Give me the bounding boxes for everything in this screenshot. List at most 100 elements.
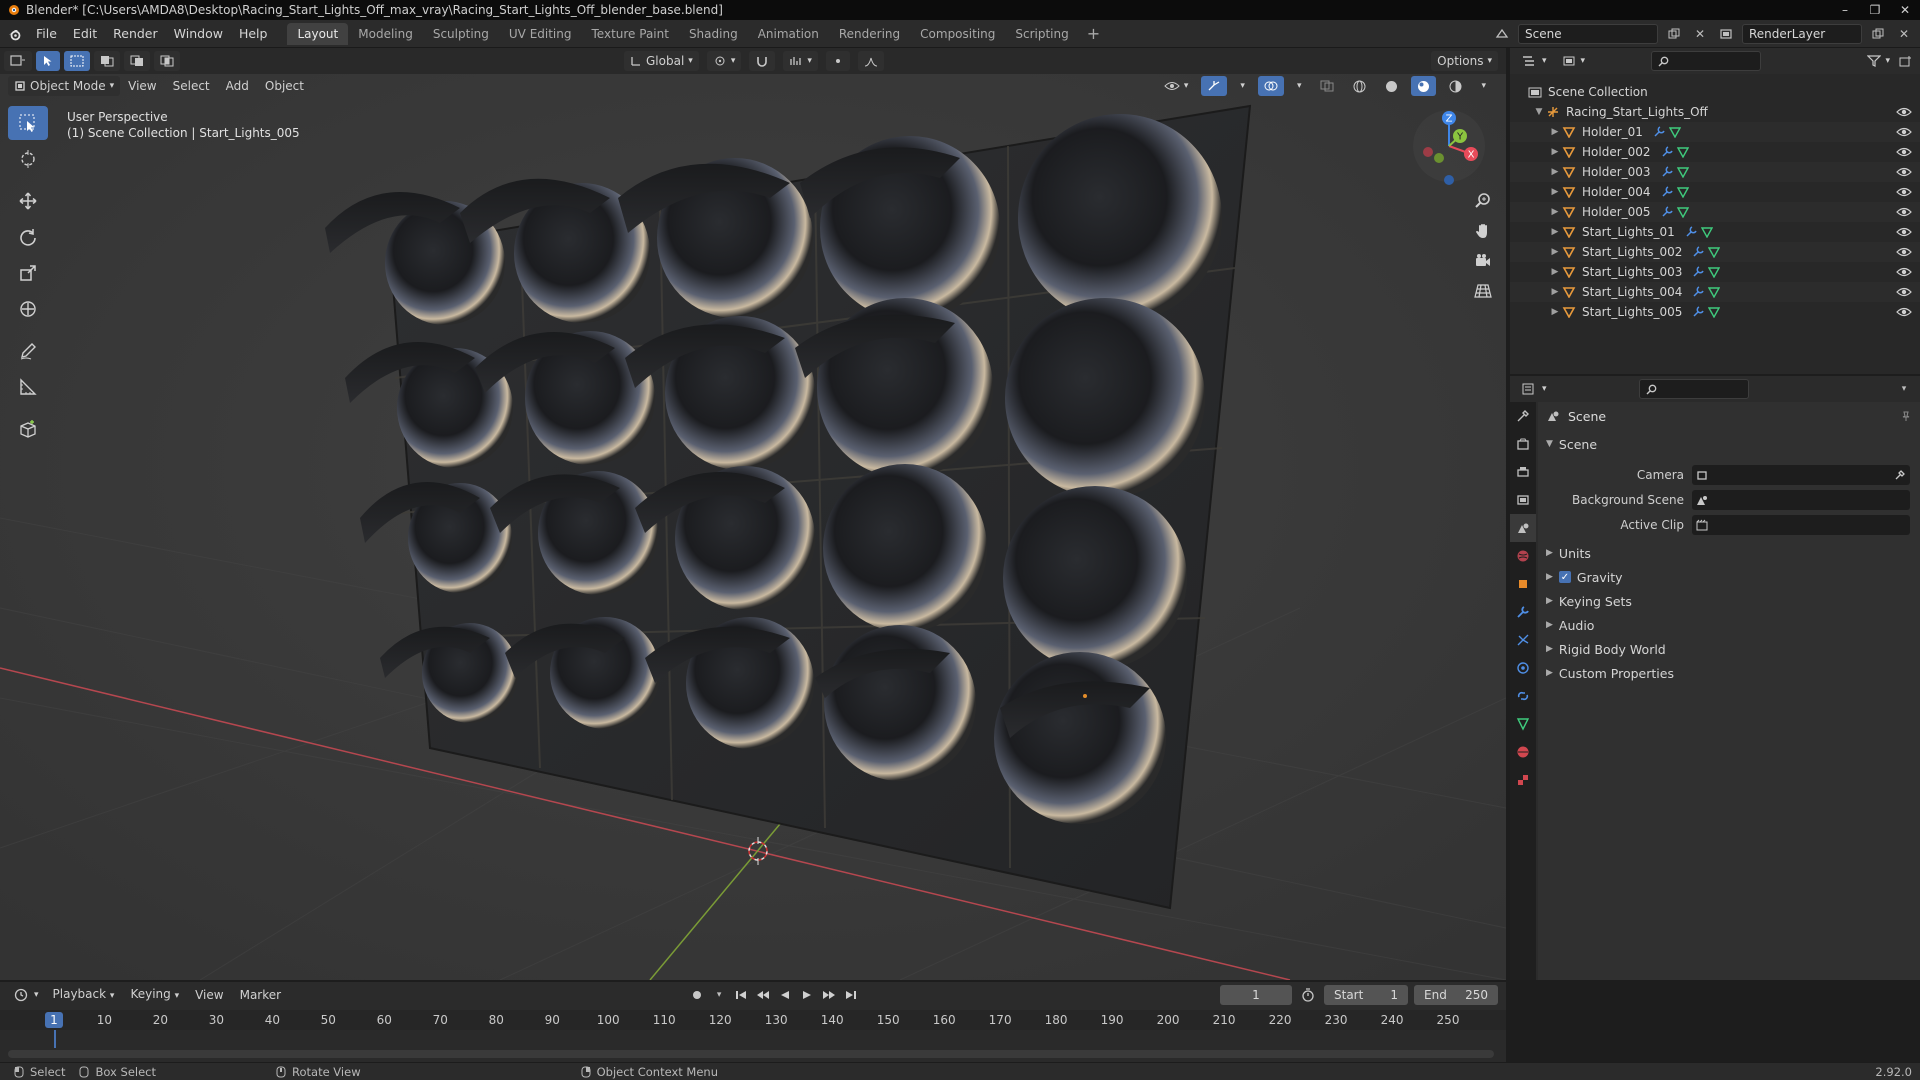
zoom-button[interactable] [1470, 186, 1496, 216]
minimize-button[interactable]: – [1830, 0, 1860, 20]
tool-transform[interactable] [8, 292, 48, 326]
shading-dropdown[interactable]: ▾ [1475, 76, 1492, 96]
tab-output[interactable] [1510, 458, 1536, 486]
disclosure-triangle-icon[interactable]: ▶ [1548, 187, 1562, 197]
mesh-data-icon[interactable] [1676, 186, 1689, 198]
tab-animation[interactable]: Animation [748, 23, 829, 45]
playhead-frame-indicator[interactable]: 1 [45, 1012, 63, 1028]
render-layer-field[interactable]: RenderLayer [1742, 23, 1862, 44]
panel-audio-header[interactable]: ▶ Audio [1538, 613, 1920, 637]
gizmo-neg-x-axis[interactable] [1423, 147, 1433, 157]
xray-toggle[interactable] [1314, 76, 1340, 96]
maximize-button[interactable]: ❐ [1860, 0, 1890, 20]
modifier-wrench-icon[interactable] [1685, 226, 1697, 238]
eye-icon[interactable] [1896, 206, 1912, 218]
pivot-point-dropdown[interactable]: ▾ [706, 51, 742, 71]
disclosure-triangle-icon[interactable]: ▶ [1548, 147, 1562, 157]
timeline-menu-keying[interactable]: Keying ▾ [122, 982, 187, 1008]
disclosure-triangle-icon[interactable]: ▶ [1548, 127, 1562, 137]
end-frame-field[interactable]: End 250 [1414, 985, 1498, 1005]
keying-options-dropdown[interactable]: ▾ [709, 985, 729, 1005]
eye-icon[interactable] [1896, 306, 1912, 318]
pin-icon[interactable] [1900, 410, 1912, 422]
viewport-menu-add[interactable]: Add [218, 74, 257, 98]
outliner-item[interactable]: ▶ Holder_01 [1510, 122, 1920, 142]
tab-texture-paint[interactable]: Texture Paint [582, 23, 679, 45]
viewport-menu-object[interactable]: Object [257, 74, 312, 98]
eye-icon[interactable] [1896, 106, 1912, 118]
outliner-scene-collection[interactable]: Scene Collection [1510, 82, 1920, 102]
gizmo-toggle[interactable] [1201, 76, 1228, 96]
play-reverse-button[interactable] [775, 985, 795, 1005]
timeline-ruler[interactable]: 10 20 30 40 50 60 70 80 90 100 110 120 130 140 150 160 1… [0, 1010, 1506, 1030]
outliner-item[interactable]: ▶ Holder_003 [1510, 162, 1920, 182]
shading-wireframe-button[interactable] [1347, 76, 1372, 96]
tab-particles[interactable] [1510, 626, 1536, 654]
modifier-wrench-icon[interactable] [1653, 126, 1665, 138]
menu-window[interactable]: Window [166, 20, 231, 48]
eye-icon[interactable] [1896, 266, 1912, 278]
auto-keying-toggle[interactable] [687, 985, 707, 1005]
tab-compositing[interactable]: Compositing [910, 23, 1005, 45]
tool-annotate[interactable] [8, 334, 48, 368]
3d-viewport[interactable]: Global ▾ ▾ ▾ Options ▾ Object Mode ▾ Vie… [0, 48, 1506, 980]
gizmo-neg-z-axis[interactable] [1444, 175, 1454, 185]
select-mode-intersect-button[interactable] [154, 51, 180, 71]
current-frame-field[interactable]: 1 [1220, 985, 1292, 1005]
delete-scene-icon[interactable]: ✕ [1690, 24, 1710, 44]
tab-scripting[interactable]: Scripting [1005, 23, 1078, 45]
outliner-item[interactable]: ▶ Holder_004 [1510, 182, 1920, 202]
timeline-menu-marker[interactable]: Marker [232, 983, 289, 1007]
modifier-wrench-icon[interactable] [1661, 206, 1673, 218]
select-tool-button[interactable] [36, 51, 60, 71]
tab-sculpting[interactable]: Sculpting [423, 23, 499, 45]
tool-select-box[interactable] [8, 106, 48, 140]
delete-render-layer-icon[interactable]: ✕ [1894, 24, 1914, 44]
properties-options-dropdown[interactable]: ▾ [1894, 379, 1914, 399]
jump-to-start-button[interactable] [731, 985, 751, 1005]
snap-target-dropdown[interactable]: ▾ [783, 51, 818, 71]
tab-world[interactable] [1510, 542, 1536, 570]
outliner-search-input[interactable] [1651, 51, 1762, 71]
scene-field[interactable]: Scene [1518, 23, 1658, 44]
disclosure-triangle-icon[interactable]: ▶ [1548, 207, 1562, 217]
properties-search-input[interactable] [1638, 379, 1749, 399]
eye-icon[interactable] [1896, 286, 1912, 298]
mesh-data-icon[interactable] [1668, 126, 1681, 138]
filter-dropdown[interactable]: ▾ [1861, 51, 1896, 71]
background-scene-field[interactable] [1692, 489, 1910, 510]
new-collection-button[interactable] [1896, 51, 1916, 71]
modifier-wrench-icon[interactable] [1661, 166, 1673, 178]
shading-material-button[interactable] [1411, 76, 1437, 96]
tab-render[interactable] [1510, 430, 1536, 458]
timeline-editor-type-button[interactable]: ▾ [8, 985, 45, 1005]
modifier-wrench-icon[interactable] [1661, 146, 1673, 158]
disclosure-triangle-icon[interactable]: ▶ [1548, 227, 1562, 237]
close-button[interactable]: ✕ [1890, 0, 1920, 20]
outliner-item[interactable]: ▶ Start_Lights_01 [1510, 222, 1920, 242]
disclosure-triangle-icon[interactable]: ▶ [1548, 287, 1562, 297]
panel-gravity-header[interactable]: ▶ ✓ Gravity [1538, 565, 1920, 589]
preview-range-toggle[interactable] [1298, 985, 1318, 1005]
viewport-menu-view[interactable]: View [120, 74, 164, 98]
menu-help[interactable]: Help [231, 20, 276, 48]
tab-layout[interactable]: Layout [287, 22, 349, 45]
eye-icon[interactable] [1896, 226, 1912, 238]
tool-add-cube[interactable] [8, 412, 48, 446]
play-button[interactable] [797, 985, 817, 1005]
eye-icon[interactable] [1896, 246, 1912, 258]
outliner-item[interactable]: ▶ Holder_005 [1510, 202, 1920, 222]
tab-modifiers[interactable] [1510, 598, 1536, 626]
mesh-data-icon[interactable] [1708, 286, 1721, 298]
navigation-gizmo[interactable]: Z X Y [1404, 106, 1494, 196]
new-render-layer-icon[interactable] [1868, 24, 1888, 44]
outliner-item[interactable]: ▶ Start_Lights_003 [1510, 262, 1920, 282]
eye-icon[interactable] [1896, 186, 1912, 198]
pan-button[interactable] [1470, 216, 1496, 246]
options-dropdown[interactable]: Options ▾ [1431, 51, 1498, 71]
mesh-data-icon[interactable] [1676, 146, 1689, 158]
timeline-scrollbar[interactable] [8, 1050, 1494, 1058]
modifier-wrench-icon[interactable] [1692, 246, 1705, 258]
display-mode-dropdown[interactable]: ▾ [1557, 51, 1592, 71]
jump-next-keyframe-button[interactable] [819, 985, 839, 1005]
